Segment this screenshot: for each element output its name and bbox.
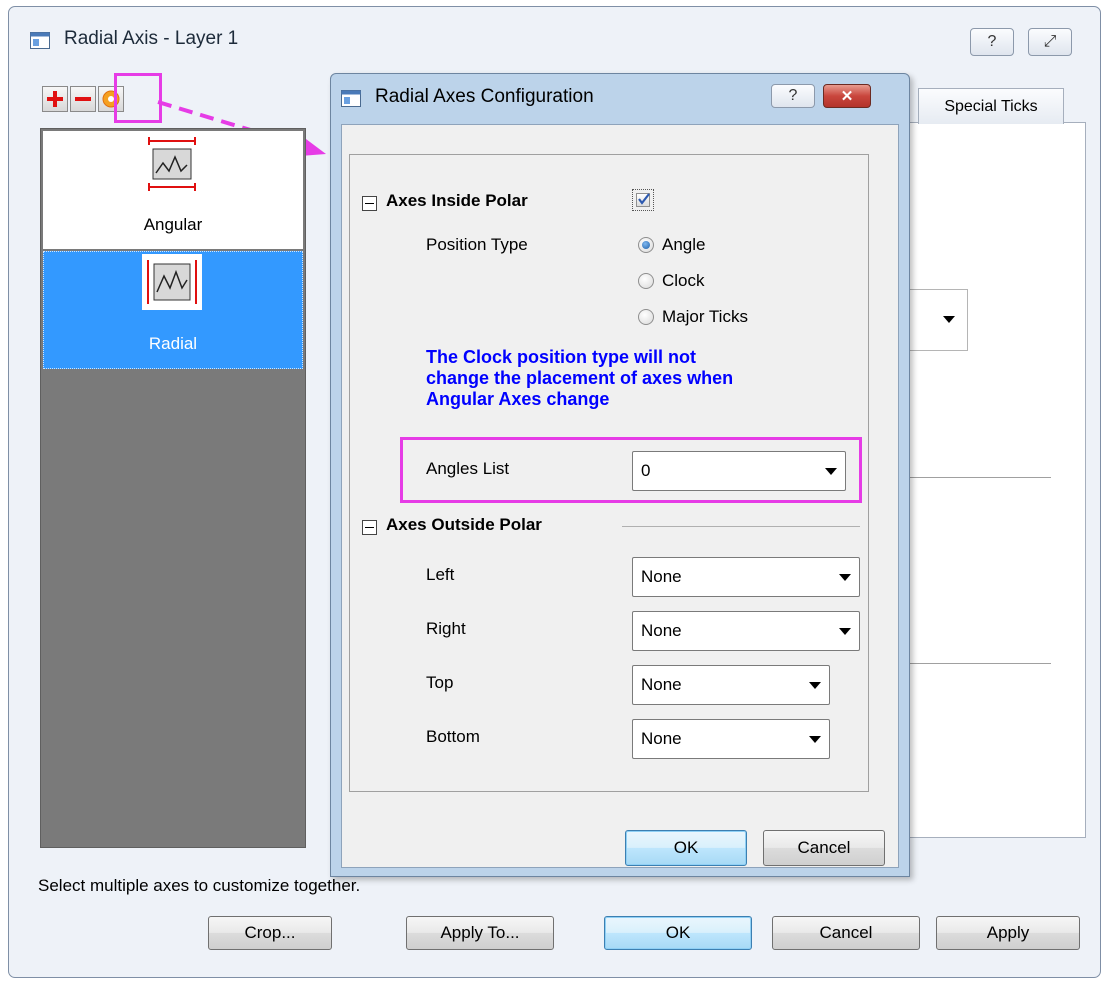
close-button[interactable]: ✕	[823, 84, 871, 108]
list-item-label: Angular	[143, 215, 203, 234]
radio-angle[interactable]	[638, 237, 654, 253]
radio-major-ticks[interactable]	[638, 309, 654, 325]
minus-icon	[75, 97, 91, 101]
angles-list-combo[interactable]: 0	[632, 451, 846, 491]
settings-tree: Axes Inside Polar Position Type Angle Cl…	[349, 154, 869, 792]
right-combo[interactable]: None	[632, 611, 860, 651]
apply-button[interactable]: Apply	[936, 916, 1080, 950]
radial-axis-icon	[142, 254, 202, 310]
collapse-icon[interactable]	[362, 520, 377, 535]
divider	[891, 477, 1051, 478]
bottom-combo[interactable]: None	[632, 719, 830, 759]
section-heading: Axes Outside Polar	[386, 515, 542, 534]
bottom-label: Bottom	[426, 727, 480, 746]
left-label: Left	[426, 565, 455, 584]
axis-list[interactable]: Angular Radial	[40, 128, 306, 848]
chevron-down-icon	[825, 468, 837, 475]
dialog-title: Radial Axes Configuration	[375, 86, 594, 107]
radio-label: Clock	[662, 271, 705, 290]
clock-note: The Clock position type will not change …	[426, 347, 734, 409]
add-axis-button[interactable]	[42, 86, 68, 112]
hint-text: Select multiple axes to customize togeth…	[38, 876, 361, 895]
chevron-down-icon	[943, 316, 955, 323]
remove-axis-button[interactable]	[70, 86, 96, 112]
list-item-radial[interactable]: Radial	[43, 251, 303, 369]
radio-label: Angle	[662, 235, 706, 254]
divider	[622, 526, 860, 527]
position-type-label: Position Type	[426, 235, 528, 254]
plus-icon	[47, 91, 63, 107]
crop-button[interactable]: Crop...	[208, 916, 332, 950]
collapse-icon[interactable]	[362, 196, 377, 211]
chevron-down-icon	[809, 736, 821, 743]
close-button[interactable]: ⤢	[1028, 28, 1072, 56]
resize-icon: ⤢	[1043, 33, 1057, 50]
top-combo[interactable]: None	[632, 665, 830, 705]
ok-button[interactable]: OK	[625, 830, 747, 866]
chevron-down-icon	[839, 628, 851, 635]
help-button[interactable]: ?	[970, 28, 1014, 56]
section-heading: Axes Inside Polar	[386, 191, 528, 210]
tab-special-ticks[interactable]: Special Ticks	[918, 88, 1064, 124]
window-icon	[341, 90, 361, 107]
window-icon	[30, 32, 50, 49]
radio-clock[interactable]	[638, 273, 654, 289]
radio-label: Major Ticks	[662, 307, 748, 326]
angular-axis-icon	[148, 137, 196, 191]
check-icon	[638, 193, 650, 205]
cancel-button[interactable]: Cancel	[763, 830, 885, 866]
ok-button[interactable]: OK	[604, 916, 752, 950]
radial-axes-configuration-dialog: Radial Axes Configuration ? ✕ Axes Insid…	[330, 73, 910, 877]
help-icon: ?	[788, 87, 798, 104]
window-title: Radial Axis - Layer 1	[64, 28, 239, 49]
list-item-label: Radial	[148, 334, 198, 353]
apply-to-button[interactable]: Apply To...	[406, 916, 554, 950]
axes-inside-checkbox[interactable]	[632, 189, 654, 211]
left-combo[interactable]: None	[632, 557, 860, 597]
help-icon: ?	[987, 33, 997, 50]
chevron-down-icon	[809, 682, 821, 689]
divider	[891, 663, 1051, 664]
angles-list-label: Angles List	[426, 459, 510, 478]
combo-value: 0	[641, 461, 651, 480]
help-button[interactable]: ?	[771, 84, 815, 108]
close-icon: ✕	[840, 88, 854, 105]
cancel-button[interactable]: Cancel	[772, 916, 920, 950]
list-item-angular[interactable]: Angular	[43, 131, 303, 249]
right-label: Right	[426, 619, 466, 638]
top-label: Top	[426, 673, 454, 692]
chevron-down-icon	[839, 574, 851, 581]
